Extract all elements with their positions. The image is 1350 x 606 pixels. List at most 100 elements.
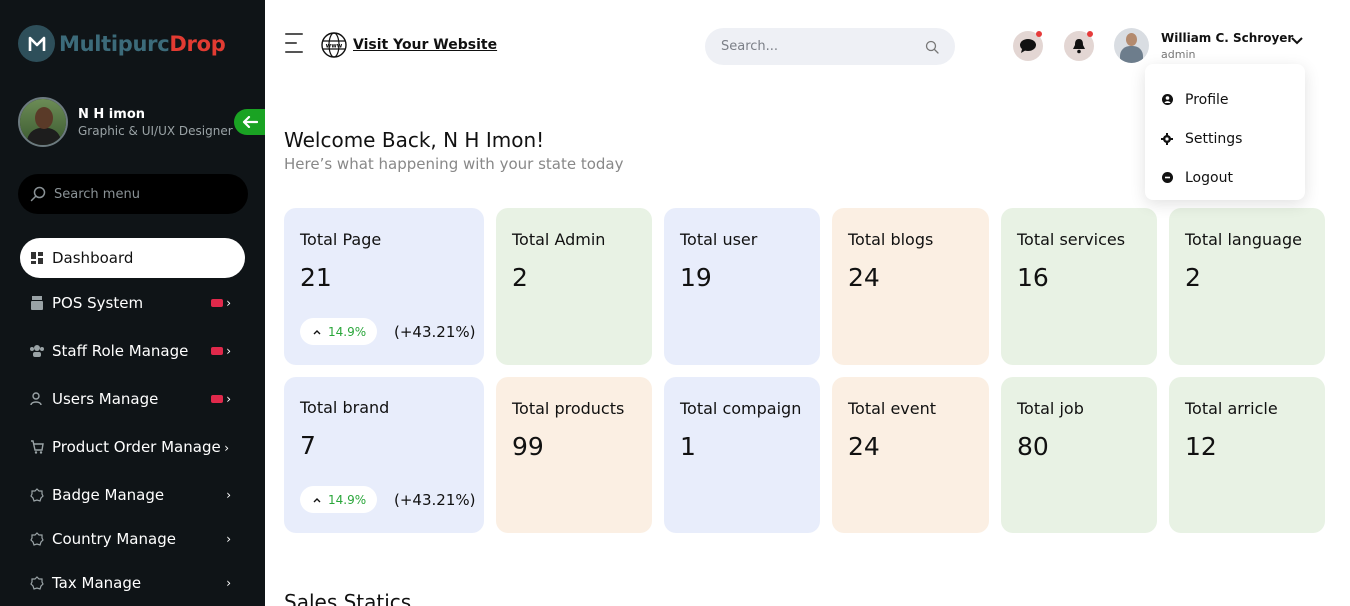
stat-card-value: 99 xyxy=(512,432,544,461)
badge-icon xyxy=(30,488,44,502)
stat-card-total-products[interactable]: Total products 99 xyxy=(496,377,652,533)
stat-card-total-job[interactable]: Total job 80 xyxy=(1001,377,1157,533)
dropdown-item-settings[interactable]: Settings xyxy=(1145,119,1305,158)
chevron-down-icon[interactable] xyxy=(1290,36,1304,46)
stat-card-label: Total job xyxy=(1017,399,1084,418)
avatar xyxy=(18,97,68,147)
visit-website-link[interactable]: www Visit Your Website xyxy=(321,32,497,58)
dropdown-item-label: Logout xyxy=(1185,169,1233,186)
stat-card-trend: 14.9% (+43.21%) xyxy=(300,318,475,345)
user-avatar[interactable] xyxy=(1114,28,1149,63)
stat-card-total-event[interactable]: Total event 24 xyxy=(832,377,989,533)
dropdown-item-profile[interactable]: Profile xyxy=(1145,80,1305,119)
sidebar-item-users-manage[interactable]: Users Manage › xyxy=(20,379,245,419)
chevron-up-icon xyxy=(313,497,321,502)
sidebar-item-country-manage[interactable]: Country Manage › xyxy=(20,519,245,559)
country-icon xyxy=(30,532,44,546)
sidebar-profile: N H imon Graphic & UI/UX Designer xyxy=(18,97,233,147)
user-name[interactable]: William C. Schroyer xyxy=(1161,31,1293,45)
menu-toggle-icon[interactable] xyxy=(285,33,305,55)
top-search[interactable] xyxy=(705,28,955,65)
stat-card-value: 16 xyxy=(1017,263,1049,292)
chevron-right-icon: › xyxy=(224,441,229,455)
sidebar-item-staff-role-manage[interactable]: Staff Role Manage › xyxy=(20,331,245,371)
logout-icon xyxy=(1161,172,1173,184)
stat-card-label: Total services xyxy=(1017,230,1126,249)
dashboard-icon xyxy=(30,251,44,265)
dropdown-item-label: Settings xyxy=(1185,130,1243,147)
sidebar: MultipurcDrop N H imon Graphic & UI/UX D… xyxy=(0,0,265,606)
chevron-right-icon: › xyxy=(226,488,231,502)
stat-card-value: 2 xyxy=(512,263,528,292)
stat-card-value: 12 xyxy=(1185,432,1217,461)
stat-card-total-language[interactable]: Total language 2 xyxy=(1169,208,1325,365)
stat-card-total-blogs[interactable]: Total blogs 24 xyxy=(832,208,989,365)
user-dropdown-menu: Profile Settings Logout xyxy=(1145,64,1305,200)
globe-icon: www xyxy=(321,32,347,58)
svg-text:www: www xyxy=(326,43,343,50)
stat-card-value: 80 xyxy=(1017,432,1049,461)
messages-button[interactable] xyxy=(1013,31,1043,61)
user-circle-icon xyxy=(1161,94,1173,106)
stat-card-label: Total arricle xyxy=(1185,399,1278,418)
user-role: admin xyxy=(1161,48,1196,61)
staff-icon xyxy=(30,344,44,358)
bell-icon xyxy=(1073,39,1085,54)
stat-card-total-page[interactable]: Total Page 21 14.9% (+43.21%) xyxy=(284,208,484,365)
stat-card-label: Total user xyxy=(680,230,758,249)
stat-card-label: Total language xyxy=(1185,230,1302,249)
brand-logo-icon xyxy=(18,25,55,62)
sidebar-item-product-order-manage[interactable]: Product Order Manage › xyxy=(20,427,245,467)
collapse-sidebar-button[interactable] xyxy=(234,109,265,135)
stat-card-value: 7 xyxy=(300,431,316,460)
sidebar-item-pos-system[interactable]: POS System › xyxy=(20,283,245,323)
dropdown-item-logout[interactable]: Logout xyxy=(1145,158,1305,197)
stat-card-label: Total Admin xyxy=(512,230,606,249)
stat-card-total-brand[interactable]: Total brand 7 14.9% (+43.21%) xyxy=(284,377,484,533)
profile-name: N H imon xyxy=(78,106,145,122)
sales-statics-title: Sales Statics xyxy=(284,590,412,606)
stat-card-label: Total Page xyxy=(300,230,382,249)
brand-name: MultipurcDrop xyxy=(59,32,226,56)
search-input[interactable] xyxy=(721,39,901,54)
brand[interactable]: MultipurcDrop xyxy=(18,25,226,62)
sidebar-item-label: Users Manage xyxy=(52,390,159,408)
stat-card-value: 1 xyxy=(680,432,696,461)
chevron-right-icon: › xyxy=(226,532,231,546)
stat-card-total-user[interactable]: Total user 19 xyxy=(664,208,820,365)
chevron-up-icon xyxy=(313,329,321,334)
sidebar-item-label: Badge Manage xyxy=(52,486,165,504)
notifications-button[interactable] xyxy=(1064,31,1094,61)
dropdown-item-label: Profile xyxy=(1185,91,1229,108)
chevron-right-icon: › xyxy=(226,296,231,310)
stat-card-value: 2 xyxy=(1185,263,1201,292)
sidebar-item-badge-manage[interactable]: Badge Manage › xyxy=(20,475,245,515)
stat-card-total-admin[interactable]: Total Admin 2 xyxy=(496,208,652,365)
welcome-title: Welcome Back, N H Imon! xyxy=(284,128,545,152)
sidebar-item-tax-manage[interactable]: Tax Manage › xyxy=(20,563,245,603)
chevron-right-icon: › xyxy=(226,576,231,590)
stat-card-total-arricle[interactable]: Total arricle 12 xyxy=(1169,377,1325,533)
search-menu[interactable] xyxy=(18,174,248,214)
stat-card-value: 24 xyxy=(848,432,880,461)
sidebar-menu: Dashboard POS System › Staff Role Manage… xyxy=(20,238,245,603)
stat-card-label: Total compaign xyxy=(680,399,802,418)
sidebar-item-label: Product Order Manage xyxy=(52,438,221,456)
pos-icon xyxy=(30,296,44,310)
chevron-right-icon: › xyxy=(226,344,231,358)
stat-card-value: 24 xyxy=(848,263,880,292)
trend-percent: 14.9% xyxy=(328,324,367,339)
sidebar-item-label: Tax Manage xyxy=(52,574,142,592)
main-content: www Visit Your Website William C. Schroy… xyxy=(265,0,1350,606)
message-notification-dot xyxy=(1036,31,1042,37)
tax-icon xyxy=(30,576,44,590)
search-icon[interactable] xyxy=(925,40,939,54)
sidebar-item-label: Dashboard xyxy=(52,249,134,267)
notification-badge-icon xyxy=(211,395,223,403)
stat-card-total-compaign[interactable]: Total compaign 1 xyxy=(664,377,820,533)
stat-card-total-services[interactable]: Total services 16 xyxy=(1001,208,1157,365)
search-menu-input[interactable] xyxy=(54,186,224,202)
search-icon xyxy=(30,186,46,202)
stat-card-label: Total event xyxy=(848,399,937,418)
sidebar-item-dashboard[interactable]: Dashboard xyxy=(20,238,245,278)
